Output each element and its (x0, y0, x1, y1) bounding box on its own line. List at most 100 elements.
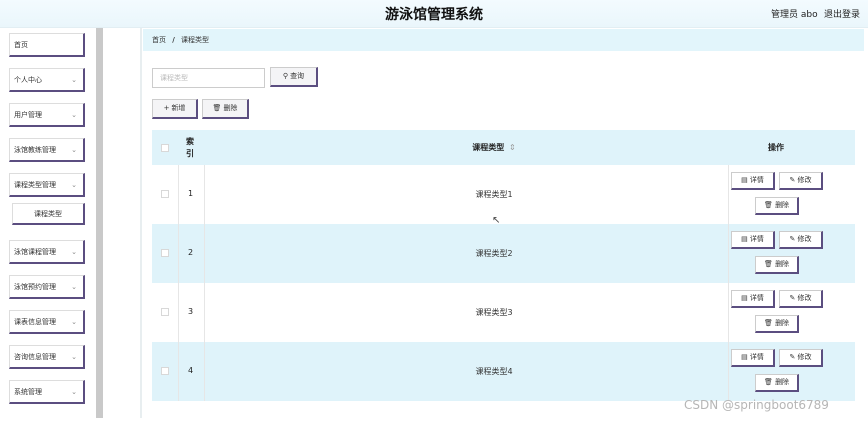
detail-icon: ▤ (741, 176, 750, 184)
select-all-checkbox[interactable] (161, 144, 169, 152)
search-button-label: 查询 (290, 72, 305, 80)
row-course-type: 课程类型3 (475, 308, 513, 317)
chevron-down-icon: ⌄ (71, 318, 77, 326)
logout-link[interactable]: 退出登录 (824, 7, 860, 20)
sidebar-item-label: 泳馆预约管理 (14, 283, 56, 291)
row-index: 3 (188, 307, 194, 316)
breadcrumb: 首页 / 课程类型 (143, 29, 864, 51)
detail-button[interactable]: ▤ 详情 (731, 172, 775, 190)
plus-icon: + (163, 104, 170, 112)
search-input[interactable]: 课程类型 (152, 68, 265, 88)
detail-button[interactable]: ▤ 详情 (731, 349, 775, 367)
detail-button[interactable]: ▤ 详情 (731, 290, 775, 308)
row-checkbox[interactable] (161, 308, 169, 316)
trash-icon: 🗑 (212, 104, 222, 112)
row-index: 2 (188, 248, 194, 257)
row-checkbox[interactable] (161, 190, 169, 198)
trash-icon: 🗑 (763, 378, 776, 386)
delete-label: 删除 (775, 378, 790, 386)
edit-button[interactable]: ✎ 修改 (779, 172, 823, 190)
sidebar-item-course-type-management[interactable]: 课程类型管理 ⌄ (9, 173, 85, 197)
sidebar-item-booking-management[interactable]: 泳馆预约管理 ⌄ (9, 275, 85, 299)
detail-label: 详情 (749, 235, 764, 243)
detail-icon: ▤ (741, 235, 750, 243)
sidebar: 首页 个人中心 ⌄ 用户管理 ⌄ 泳馆教练管理 ⌄ 课程类型管理 ⌄ 课程类型 … (0, 28, 104, 421)
admin-user-label: 管理员 abo (771, 10, 818, 20)
detail-button[interactable]: ▤ 详情 (731, 231, 775, 249)
search-button[interactable]: ⚲ 查询 (270, 67, 318, 87)
edit-icon: ✎ (789, 294, 798, 302)
row-course-type: 课程类型4 (475, 367, 513, 376)
breadcrumb-current: 课程类型 (181, 36, 210, 44)
sidebar-item-course-management[interactable]: 泳馆课程管理 ⌄ (9, 240, 85, 264)
sidebar-item-schedule-management[interactable]: 课表信息管理 ⌄ (9, 310, 85, 334)
edit-label: 修改 (797, 176, 812, 184)
sidebar-item-label: 首页 (14, 41, 28, 49)
detail-icon: ▤ (741, 353, 750, 361)
row-index: 4 (188, 366, 194, 375)
edit-icon: ✎ (789, 176, 798, 184)
edit-label: 修改 (797, 294, 812, 302)
table-row: 3 课程类型3 ▤ 详情 ✎ 修改 🗑 删除 (152, 283, 855, 342)
edit-label: 修改 (797, 235, 812, 243)
delete-label: 删除 (775, 201, 790, 209)
chevron-down-icon: ⌄ (71, 76, 77, 84)
chevron-down-icon: ⌄ (71, 111, 77, 119)
detail-label: 详情 (749, 294, 764, 302)
trash-icon: 🗑 (763, 260, 776, 268)
sort-icon[interactable]: ⇕ (509, 143, 516, 152)
chevron-down-icon: ⌄ (71, 388, 77, 396)
sidebar-item-label: 课程类型管理 (14, 181, 56, 189)
chevron-down-icon: ⌄ (71, 283, 77, 291)
divider (140, 28, 142, 418)
sidebar-item-coach-management[interactable]: 泳馆教练管理 ⌄ (9, 138, 85, 162)
delete-button[interactable]: 🗑 删除 (755, 315, 799, 333)
header-index: 索引 (186, 137, 194, 158)
edit-icon: ✎ (789, 235, 798, 243)
row-checkbox[interactable] (161, 367, 169, 375)
edit-button[interactable]: ✎ 修改 (779, 290, 823, 308)
table-row: 1 课程类型1 ▤ 详情 ✎ 修改 🗑 删除 (152, 165, 855, 224)
trash-icon: 🗑 (763, 201, 776, 209)
top-bar: 游泳馆管理系统 管理员 abo 退出登录 (0, 0, 868, 28)
sidebar-item-system-management[interactable]: 系统管理 ⌄ (9, 380, 85, 404)
edit-button[interactable]: ✎ 修改 (779, 231, 823, 249)
sidebar-item-label: 泳馆课程管理 (14, 248, 56, 256)
delete-button[interactable]: 🗑 删除 (755, 256, 799, 274)
row-checkbox[interactable] (161, 249, 169, 257)
edit-icon: ✎ (789, 353, 798, 361)
delete-label: 删除 (775, 319, 790, 327)
sidebar-item-home[interactable]: 首页 (9, 33, 85, 57)
sidebar-item-user-management[interactable]: 用户管理 ⌄ (9, 103, 85, 127)
add-button-label: 新增 (171, 104, 186, 112)
breadcrumb-home[interactable]: 首页 (152, 36, 166, 44)
sidebar-item-consult-management[interactable]: 咨询信息管理 ⌄ (9, 345, 85, 369)
delete-button[interactable]: 🗑 删除 (755, 374, 799, 392)
sidebar-item-label: 系统管理 (14, 388, 42, 396)
chevron-down-icon: ⌄ (71, 181, 77, 189)
sidebar-item-label: 个人中心 (14, 76, 42, 84)
mouse-cursor-icon: ↖ (492, 215, 501, 226)
row-course-type: 课程类型1 (475, 190, 513, 199)
bulk-delete-button[interactable]: 🗑 删除 (202, 99, 249, 119)
detail-label: 详情 (749, 176, 764, 184)
chevron-down-icon: ⌄ (71, 248, 77, 256)
sidebar-item-personal-center[interactable]: 个人中心 ⌄ (9, 68, 85, 92)
sidebar-subitem-course-type[interactable]: 课程类型 (12, 203, 85, 225)
edit-label: 修改 (797, 353, 812, 361)
search-icon: ⚲ (282, 72, 289, 80)
detail-label: 详情 (749, 353, 764, 361)
sidebar-item-label: 用户管理 (14, 111, 42, 119)
app-title: 游泳馆管理系统 (385, 7, 483, 23)
table-row: 4 课程类型4 ▤ 详情 ✎ 修改 🗑 删除 (152, 342, 855, 401)
sidebar-scrollbar[interactable] (96, 28, 103, 418)
sidebar-item-label: 咨询信息管理 (14, 353, 56, 361)
sidebar-item-label: 泳馆教练管理 (14, 146, 56, 154)
header-course-type[interactable]: 课程类型 ⇕ (204, 142, 784, 153)
delete-button[interactable]: 🗑 删除 (755, 197, 799, 215)
edit-button[interactable]: ✎ 修改 (779, 349, 823, 367)
row-course-type: 课程类型2 (475, 249, 513, 258)
add-button[interactable]: + 新增 (152, 99, 198, 119)
bulk-delete-button-label: 删除 (223, 104, 238, 112)
watermark: CSDN @springboot6789 (684, 398, 829, 412)
